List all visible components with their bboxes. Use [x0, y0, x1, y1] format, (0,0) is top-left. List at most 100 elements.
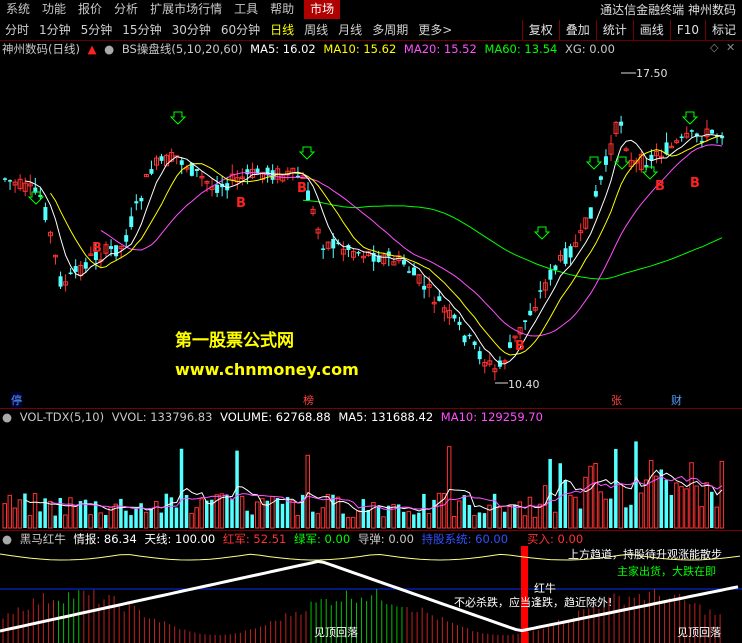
candle-body: [321, 248, 326, 250]
candle-body: [401, 260, 406, 265]
volume-bar: [376, 505, 381, 528]
menu-item-tools[interactable]: 工具: [228, 0, 264, 19]
volume-bar: [462, 495, 467, 528]
period-30min[interactable]: 30分钟: [167, 20, 216, 40]
indicator-name[interactable]: BS操盘线(5,10,20,60): [122, 42, 243, 56]
volume-bar: [704, 482, 709, 529]
volume-bar: [7, 494, 13, 529]
ma60-value: MA60: 13.54: [484, 42, 558, 56]
f10-button[interactable]: F10: [669, 20, 705, 40]
mark-button[interactable]: 标记: [704, 20, 742, 40]
menu-item-function[interactable]: 功能: [36, 0, 72, 19]
volume-bar: [361, 499, 366, 528]
vol-indicator-name[interactable]: VOL-TDX(5,10): [20, 410, 104, 424]
volume-bar: [507, 505, 512, 529]
vol-settings-icon[interactable]: ●: [2, 410, 12, 424]
volume-bar: [255, 501, 260, 529]
menu-item-market[interactable]: 市场: [304, 0, 341, 19]
period-daily[interactable]: 日线: [265, 20, 299, 40]
buy-mark-b: B: [515, 339, 525, 354]
adjust-button[interactable]: 复权: [521, 20, 559, 40]
ind-name[interactable]: 黑马红牛: [20, 532, 66, 546]
volume-bar: [78, 501, 83, 528]
settings-circle-icon[interactable]: ●: [104, 42, 114, 56]
volume-bar: [239, 495, 245, 529]
candle-body: [245, 169, 250, 175]
period-tick[interactable]: 分时: [0, 20, 34, 40]
volume-bar: [381, 516, 386, 529]
candle-body: [422, 285, 427, 290]
period-15min[interactable]: 15分钟: [117, 20, 166, 40]
volume-bar: [598, 491, 603, 529]
volume-bar: [386, 505, 391, 528]
candle-body: [563, 248, 568, 264]
overlay-button[interactable]: 叠加: [558, 20, 596, 40]
period-monthly[interactable]: 月线: [333, 20, 367, 40]
menu-bar: 系统 功能 报价 分析 扩展市场行情 工具 帮助 市场 通达信金融终端 神州数码: [0, 0, 742, 19]
draw-button[interactable]: 画线: [632, 20, 670, 40]
arrow-up-icon[interactable]: ▲: [88, 42, 97, 56]
candle-body: [477, 351, 482, 360]
period-60min[interactable]: 60分钟: [216, 20, 265, 40]
candle-body: [412, 267, 417, 276]
candlestick-chart[interactable]: B B B B B B: [0, 57, 742, 407]
period-5min[interactable]: 5分钟: [76, 20, 118, 40]
period-more[interactable]: 更多>: [413, 20, 457, 40]
volume-bar: [149, 509, 153, 528]
close-icon[interactable]: ✕: [726, 41, 735, 54]
menu-item-analysis[interactable]: 分析: [108, 0, 144, 19]
volume-bar: [406, 511, 411, 529]
volume-chart[interactable]: [0, 424, 742, 530]
volume-bar: [63, 514, 68, 529]
volume-bar: [689, 462, 694, 529]
volume-bar: [648, 459, 654, 529]
volume-bar: [699, 506, 704, 529]
menu-item-help[interactable]: 帮助: [264, 0, 300, 19]
candle-body: [270, 170, 275, 180]
volume-bar: [164, 493, 169, 528]
buy-mark-b: B: [236, 196, 246, 211]
volume-bar: [634, 441, 638, 528]
volume-bar: [98, 512, 103, 529]
diamond-icon[interactable]: ◇: [710, 41, 718, 54]
candle-body: [8, 180, 13, 182]
candle-body: [588, 207, 593, 219]
volume-bar: [679, 486, 684, 529]
qingbao-value: 情报: 86.34: [73, 532, 137, 546]
buy-mark-b: B: [655, 179, 665, 194]
sell-arrow-icon: [533, 226, 551, 240]
daotan-value: 导弹: 0.00: [357, 532, 414, 546]
volume-bar: [412, 514, 416, 528]
volume-bar: [2, 503, 7, 529]
volume-bar: [134, 508, 138, 528]
volume-bar: [88, 514, 93, 529]
volume-bar: [23, 493, 27, 528]
volume-bar: [350, 516, 356, 529]
volume-bar: [568, 494, 573, 529]
volume-bar: [426, 513, 432, 529]
ma10-value: MA10: 15.62: [323, 42, 397, 56]
candle-body: [619, 121, 624, 126]
hongjun-value: 红军: 52.51: [222, 532, 287, 546]
volume-bar: [614, 448, 618, 528]
ind-settings-icon[interactable]: ●: [2, 532, 12, 546]
menu-item-quote[interactable]: 报价: [72, 0, 108, 19]
volume-bar: [68, 497, 73, 529]
candle-body: [129, 216, 134, 228]
volume-bar: [624, 507, 628, 528]
volume-bar: [104, 515, 108, 528]
volume-bar: [341, 513, 345, 528]
period-1min[interactable]: 1分钟: [34, 20, 76, 40]
period-weekly[interactable]: 周线: [299, 20, 333, 40]
candle-body: [331, 238, 336, 249]
menu-item-system[interactable]: 系统: [0, 0, 36, 19]
sell-arrow-icon: [298, 146, 316, 160]
tag-rank: 榜: [303, 394, 314, 407]
volume-value: VOLUME: 62768.88: [220, 410, 331, 424]
period-multi[interactable]: 多周期: [367, 20, 413, 40]
tag-finance: 财: [671, 394, 682, 407]
candle-body: [194, 169, 199, 171]
volume-bar: [487, 504, 492, 529]
stats-button[interactable]: 统计: [595, 20, 633, 40]
menu-item-ext-market[interactable]: 扩展市场行情: [144, 0, 228, 19]
